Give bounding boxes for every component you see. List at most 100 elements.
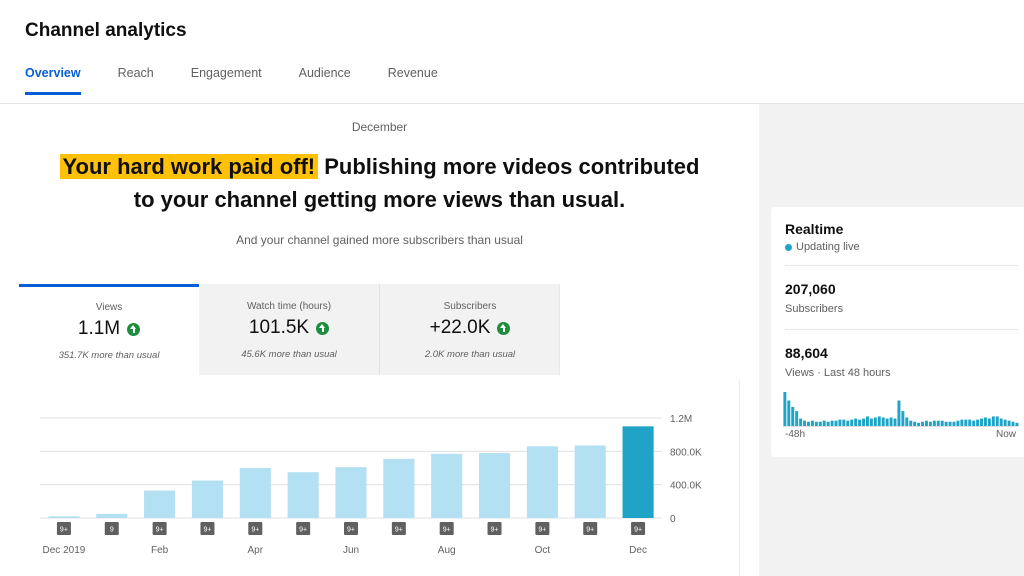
metric-label: Subscribers: [443, 301, 497, 312]
tab-engagement[interactable]: Engagement: [191, 66, 262, 94]
live-label: Updating live: [796, 241, 860, 253]
sparkline-bar: [889, 417, 893, 426]
sparkline-bar: [834, 420, 838, 426]
sparkline-bar: [980, 418, 983, 426]
x-tick-label: Oct: [535, 545, 551, 556]
divider: [785, 265, 1018, 266]
metric-tab-subscribers[interactable]: Subscribers +22.0K 2.0K more than usual: [380, 284, 560, 375]
sparkline-bar: [854, 418, 858, 426]
sparkline-bar: [791, 406, 795, 426]
sparkline-axis-end: Now: [995, 429, 1016, 440]
views-bar-chart: 0 400.0K 800.0K 1.2M 9+ Dec 2019 9 9+ Feb 9+ 9+ Apr…: [40, 414, 702, 556]
sparkline-bar: [787, 400, 791, 426]
bar: [431, 453, 463, 518]
sparkline-bar: [850, 419, 854, 426]
sparkline-bar: [822, 420, 826, 426]
page-title: Channel analytics: [25, 20, 187, 41]
sparkline-bar: [783, 392, 787, 426]
x-tick-label: Aug: [438, 545, 456, 556]
metric-note: 45.6K more than usual: [241, 349, 337, 360]
sparkline-bar: [976, 419, 980, 426]
bar: [478, 453, 511, 518]
sparkline-bar: [913, 421, 917, 426]
summary-month: December: [351, 120, 408, 134]
video-badge-label: 9+: [443, 527, 451, 534]
video-badge-label: 9+: [299, 527, 307, 534]
sparkline-bar: [921, 421, 924, 426]
sparkline-bar: [803, 420, 806, 426]
sparkline-bar: [991, 416, 995, 426]
metric-tab-views[interactable]: Views 1.1M 351.7K more than usual: [19, 284, 199, 375]
tab-bar: Overview Reach Engagement Audience Reven…: [25, 66, 475, 95]
video-badge-label: 9+: [251, 527, 259, 534]
video-badge-label: 9+: [634, 527, 642, 534]
bar: [383, 458, 415, 518]
metric-tab-watch-time[interactable]: Watch time (hours) 101.5K 45.6K more tha…: [199, 284, 379, 375]
video-badge-label: 9+: [60, 527, 68, 534]
y-tick-label: 0: [670, 514, 676, 525]
bar: [287, 472, 319, 518]
metric-note: 2.0K more than usual: [424, 349, 516, 360]
trend-up-icon: [497, 321, 511, 335]
realtime-views-value: 88,604: [785, 345, 828, 361]
sparkline-bar: [877, 416, 881, 426]
metric-tabs: Views 1.1M 351.7K more than usual Watch …: [19, 284, 560, 375]
tab-reach[interactable]: Reach: [118, 66, 154, 94]
sparkline-bar: [1007, 420, 1011, 426]
sparkline-bar: [810, 420, 814, 426]
sparkline-bar: [830, 420, 834, 426]
video-badge-label: 9+: [347, 527, 355, 534]
video-badge-label: 9+: [156, 527, 164, 534]
bar: [96, 513, 128, 518]
sparkline-bar: [964, 419, 968, 426]
sparkline-bar: [838, 419, 842, 426]
video-badge-label: 9+: [586, 527, 594, 534]
metric-value: 101.5K: [248, 317, 310, 338]
sparkline-bar: [873, 417, 877, 426]
sparkline-bar: [928, 421, 932, 426]
sparkline-bar: [893, 418, 897, 426]
sparkline-bar: [936, 420, 940, 426]
realtime-title: Realtime: [785, 221, 844, 237]
metric-value: 1.1M: [77, 318, 121, 339]
sparkline-bar: [956, 420, 960, 426]
video-badge-label: 9+: [395, 527, 403, 534]
sparkline-bar: [795, 411, 799, 426]
video-badge-label: 9+: [203, 527, 211, 534]
sparkline-bar: [1015, 422, 1019, 426]
sparkline-bar: [999, 418, 1003, 426]
views-chart: 0 400.0K 800.0K 1.2M 9+ Dec 2019 9 9+ Feb 9+ 9+ Apr…: [28, 398, 728, 573]
realtime-sparkline: [783, 392, 1019, 427]
x-tick-label: Jun: [343, 545, 359, 556]
sparkline-bar: [952, 421, 956, 426]
sparkline-bar: [932, 420, 936, 426]
metric-divider: [559, 284, 560, 375]
sparkline-bar: [968, 419, 972, 426]
sparkline-bar: [818, 421, 822, 426]
sparkline-bar: [905, 417, 909, 426]
chart-right-border: [739, 380, 740, 576]
sparkline-bar: [925, 420, 928, 426]
sparkline-bar: [1003, 419, 1007, 426]
tab-audience[interactable]: Audience: [299, 66, 351, 94]
metric-value: +22.0K: [429, 317, 491, 338]
y-tick-label: 400.0K: [670, 481, 702, 492]
trend-up-icon: [127, 322, 141, 336]
sparkline-bar: [1011, 421, 1015, 426]
tab-overview[interactable]: Overview: [25, 66, 81, 95]
sparkline-bar: [881, 417, 885, 426]
bar: [526, 446, 558, 518]
realtime-card: Realtime Updating live 207,060 Subscribe…: [771, 207, 1024, 457]
sparkline-bar: [972, 420, 976, 426]
sparkline-bar: [960, 419, 964, 426]
sparkline-bar: [897, 400, 901, 426]
y-tick-label: 1.2M: [670, 414, 692, 425]
summary-headline: Your hard work paid off! Publishing more…: [40, 150, 719, 216]
sparkline-bar: [984, 417, 987, 426]
divider: [785, 329, 1018, 330]
sparkline-bar: [987, 418, 991, 426]
sparkline-bar: [799, 418, 803, 426]
tab-revenue[interactable]: Revenue: [388, 66, 438, 94]
sparkline-bar: [944, 421, 948, 426]
metric-label: Watch time (hours): [246, 301, 332, 312]
